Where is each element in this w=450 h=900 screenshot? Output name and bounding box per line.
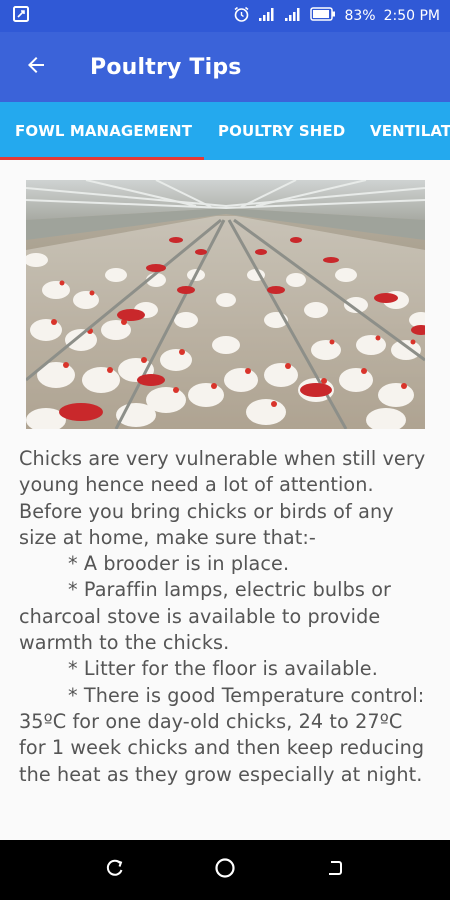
tip-bullet: * Litter for the floor is available. xyxy=(68,657,378,681)
system-nav-bar xyxy=(0,840,450,900)
page-title: Poultry Tips xyxy=(90,54,242,80)
tab-bar: FOWL MANAGEMENT POULTRY SHED VENTILAT xyxy=(0,102,450,160)
tip-paragraph: Chicks are very vulnerable when still ve… xyxy=(19,447,426,549)
clock: 2:50 PM xyxy=(383,8,440,24)
tab-poultry-shed[interactable]: POULTRY SHED xyxy=(218,102,345,160)
tip-bullet: * There is good Temperature control: 35º… xyxy=(19,683,433,788)
tab-fowl-management[interactable]: FOWL MANAGEMENT xyxy=(15,102,192,160)
tip-bullet: * Paraffin lamps, electric bulbs or char… xyxy=(19,577,433,656)
tab-ventilation[interactable]: VENTILAT xyxy=(370,102,450,160)
signal-icon xyxy=(284,7,302,26)
tip-text: Chicks are very vulnerable when still ve… xyxy=(19,446,433,788)
signal-icon xyxy=(258,7,276,26)
status-left xyxy=(12,5,30,27)
back-nav-button[interactable] xyxy=(313,848,357,892)
home-button[interactable] xyxy=(203,848,247,892)
alarm-icon xyxy=(233,6,250,27)
tab-label: POULTRY SHED xyxy=(218,122,346,140)
arrow-back-icon xyxy=(24,53,48,81)
battery-icon xyxy=(310,7,336,25)
status-right: 83% 2:50 PM xyxy=(233,6,440,27)
back-icon xyxy=(325,858,345,882)
recent-apps-icon xyxy=(105,858,125,882)
tab-label: FOWL MANAGEMENT xyxy=(15,122,193,140)
article-content[interactable]: Chicks are very vulnerable when still ve… xyxy=(0,160,450,840)
back-button[interactable] xyxy=(0,32,72,102)
status-bar: 83% 2:50 PM xyxy=(0,0,450,32)
tip-bullet: * A brooder is in place. xyxy=(68,552,290,576)
home-icon xyxy=(214,857,236,883)
app-bar: Poultry Tips xyxy=(0,32,450,102)
tab-label: VENTILAT xyxy=(370,122,450,140)
tip-bullet-text: * There is good Temperature control: 35º… xyxy=(19,683,425,786)
poultry-farm-photo xyxy=(26,180,425,429)
recent-apps-button[interactable] xyxy=(93,848,137,892)
screenshot-icon xyxy=(12,5,30,27)
battery-percent: 83% xyxy=(344,8,376,24)
tip-bullet-text: * Paraffin lamps, electric bulbs or char… xyxy=(19,578,392,655)
